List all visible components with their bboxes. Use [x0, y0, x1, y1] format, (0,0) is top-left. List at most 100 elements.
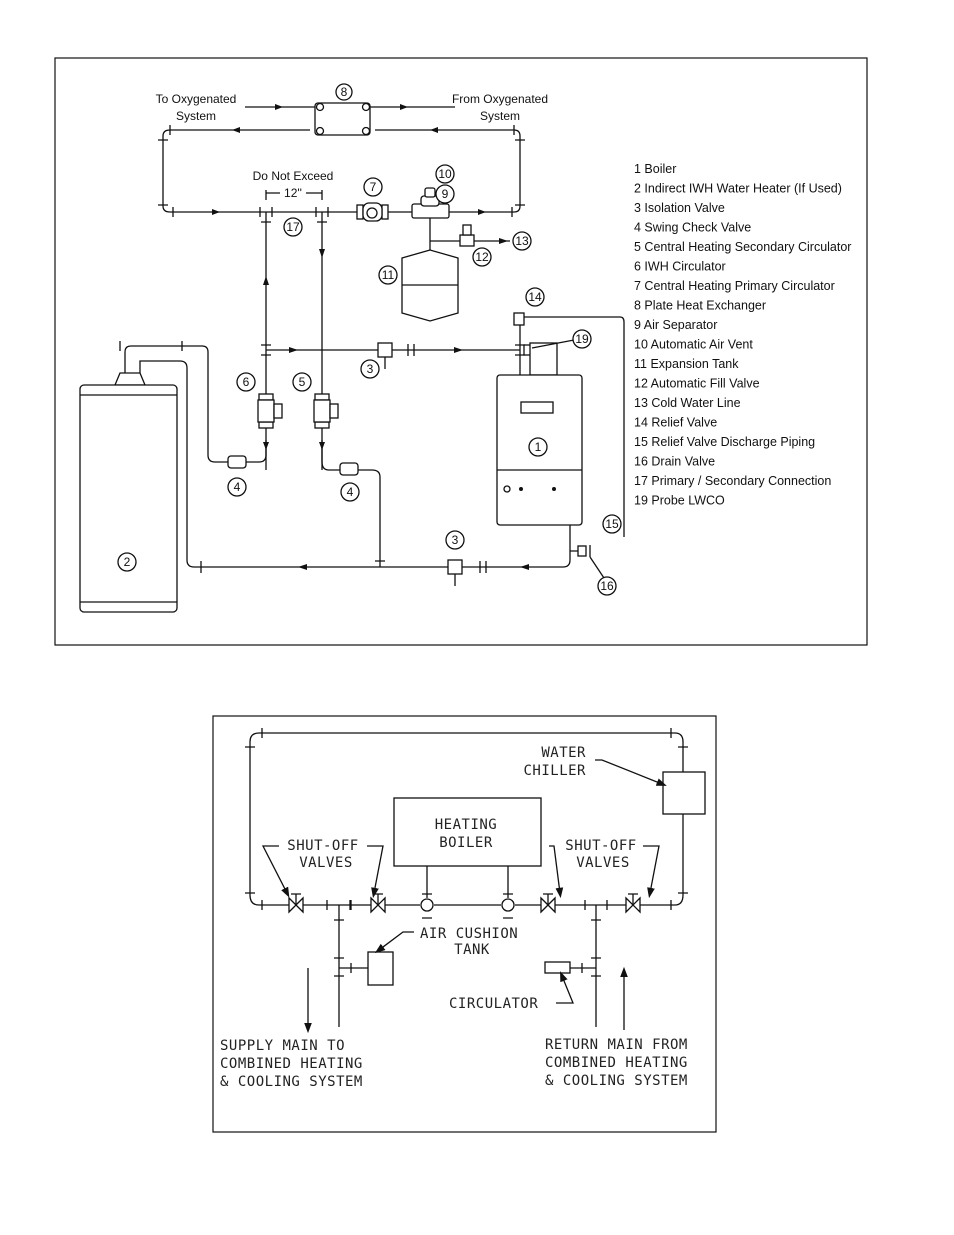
shutoff-valve: [288, 893, 304, 914]
shutoff-left-label-1: SHUT-OFF: [287, 838, 358, 854]
svg-text:4: 4: [234, 480, 241, 494]
indirect-water-heater: [79, 372, 178, 613]
shutoff-valve: [370, 893, 386, 914]
heating-boiler-label-1: HEATING: [435, 817, 498, 833]
primary-secondary-piping: [265, 212, 323, 470]
svg-text:7: 7: [370, 180, 377, 194]
callout-11: 11: [378, 265, 398, 285]
return-main-label-2: COMBINED HEATING: [545, 1055, 688, 1071]
air-cushion-tank-label-1: AIR CUSHION: [420, 926, 518, 942]
water-chiller-label-2: CHILLER: [523, 763, 586, 779]
legend-item: 6 IWH Circulator: [634, 260, 726, 274]
circulator-label: CIRCULATOR: [449, 996, 538, 1012]
callout-14: 14: [525, 287, 545, 307]
callout-9: 9: [435, 184, 455, 204]
svg-text:15: 15: [605, 517, 619, 531]
callout-17: 17: [283, 217, 303, 237]
supply-main-label-2: COMBINED HEATING: [220, 1056, 363, 1072]
legend-item: 16 Drain Valve: [634, 455, 715, 469]
callout-1: 1: [528, 437, 548, 457]
shutoff-right-label-1: SHUT-OFF: [565, 838, 636, 854]
primary-secondary-piping-diagram: To Oxygenated System From Oxygenated Sys…: [54, 57, 868, 646]
legend-item: 9 Air Separator: [634, 318, 717, 332]
legend-item: 3 Isolation Valve: [634, 201, 725, 215]
callout-6: 6: [236, 372, 256, 392]
svg-text:17: 17: [286, 220, 300, 234]
circulator: [544, 961, 571, 974]
legend-item: 4 Swing Check Valve: [634, 221, 751, 235]
legend-item: 5 Central Heating Secondary Circulator: [634, 240, 851, 254]
callout-7: 7: [363, 177, 383, 197]
shutoff-left-label-2: VALVES: [299, 855, 353, 871]
component-legend: 1 Boiler 2 Indirect IWH Water Heater (If…: [634, 162, 851, 508]
do-not-exceed-label: Do Not Exceed: [253, 169, 334, 183]
callout-15: 15: [602, 514, 622, 534]
isolation-valve-bottom: [447, 559, 463, 586]
callout-3-top: 3: [360, 359, 380, 379]
legend-item: 1 Boiler: [634, 162, 676, 176]
svg-text:9: 9: [442, 187, 449, 201]
from-oxygenated-label-1: From Oxygenated: [452, 92, 548, 106]
to-oxygenated-label-1: To Oxygenated: [156, 92, 237, 106]
callout-2: 2: [117, 552, 137, 572]
callout-13: 13: [512, 231, 532, 251]
plate-heat-exchanger: [314, 102, 371, 136]
legend-item: 11 Expansion Tank: [634, 357, 739, 371]
legend-item: 2 Indirect IWH Water Heater (If Used): [634, 182, 842, 196]
svg-text:16: 16: [600, 579, 614, 593]
callout-16: 16: [589, 556, 617, 596]
shutoff-valve: [540, 893, 556, 914]
shutoff-valve: [625, 893, 641, 914]
svg-text:1: 1: [535, 440, 542, 454]
secondary-circulator: [313, 393, 339, 429]
from-oxygenated-label-2: System: [480, 109, 520, 123]
shutoff-right-label-2: VALVES: [576, 855, 630, 871]
svg-text:3: 3: [452, 533, 459, 547]
svg-text:3: 3: [367, 362, 374, 376]
return-main-label-1: RETURN MAIN FROM: [545, 1037, 688, 1053]
page-diagrams: To Oxygenated System From Oxygenated Sys…: [54, 57, 868, 1133]
dimension-12in-label: 12'': [284, 186, 302, 200]
callout-10: 10: [435, 164, 455, 184]
heating-boiler-label-2: BOILER: [439, 835, 493, 851]
legend-item: 12 Automatic Fill Valve: [634, 377, 760, 391]
callout-4-left: 4: [227, 477, 247, 497]
legend-item: 8 Plate Heat Exchanger: [634, 299, 766, 313]
callout-8: 8: [335, 83, 353, 101]
svg-text:6: 6: [243, 375, 250, 389]
supply-main-label-1: SUPPLY MAIN TO: [220, 1038, 345, 1054]
chiller-boiler-piping-diagram: WATER CHILLER HEATING BOILER SHUT-OFF VA…: [212, 715, 717, 1133]
air-cushion-tank-label-2: TANK: [454, 942, 490, 958]
svg-text:19: 19: [575, 332, 589, 346]
swing-check-valve-right: [339, 462, 359, 476]
svg-text:10: 10: [438, 167, 452, 181]
to-oxygenated-label-2: System: [176, 109, 216, 123]
callout-3-bottom: 3: [445, 530, 465, 550]
drain-valve: [570, 545, 591, 557]
callout-12: 12: [472, 247, 492, 267]
boiler: [496, 342, 583, 526]
legend-item: 17 Primary / Secondary Connection: [634, 474, 831, 488]
callout-4-right: 4: [340, 482, 360, 502]
supply-main-label-3: & COOLING SYSTEM: [220, 1074, 363, 1090]
air-cushion-tank: [367, 951, 394, 986]
svg-text:13: 13: [515, 234, 529, 248]
svg-text:2: 2: [124, 555, 131, 569]
svg-text:8: 8: [341, 85, 348, 99]
automatic-fill-valve: [459, 224, 475, 247]
isolation-valve-top: [377, 342, 393, 369]
iwh-circulator: [257, 393, 283, 429]
svg-text:5: 5: [299, 375, 306, 389]
return-main-pipe: [570, 905, 601, 1027]
swing-check-valve-left: [227, 455, 247, 469]
legend-item: 15 Relief Valve Discharge Piping: [634, 435, 815, 449]
legend-item: 14 Relief Valve: [634, 416, 717, 430]
boiler-connection-left: [420, 898, 434, 912]
legend-item: 19 Probe LWCO: [634, 494, 725, 508]
legend-item: 7 Central Heating Primary Circulator: [634, 279, 835, 293]
supply-main-pipe: [334, 905, 368, 1027]
water-chiller-label-1: WATER: [541, 745, 586, 761]
svg-text:14: 14: [528, 290, 542, 304]
legend-item: 13 Cold Water Line: [634, 396, 741, 410]
boiler-connection-right: [501, 898, 515, 912]
